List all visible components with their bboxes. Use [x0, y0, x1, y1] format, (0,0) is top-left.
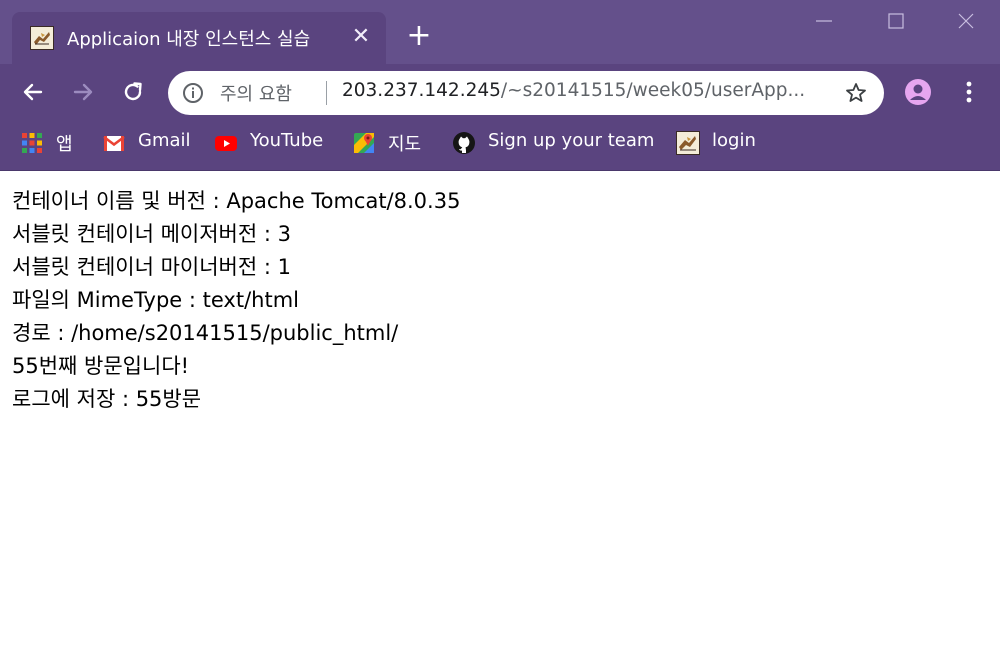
omnibox-divider	[326, 81, 327, 105]
url-host: 203.237.142.245	[342, 80, 501, 101]
log-saved-line: 로그에 저장 : 55방문	[12, 387, 202, 411]
mime-type-line: 파일의 MimeType : text/html	[12, 288, 299, 312]
youtube-icon	[214, 131, 238, 155]
tab-close-icon[interactable]: ✕	[348, 24, 374, 50]
forward-button[interactable]	[68, 77, 98, 107]
back-button[interactable]	[18, 77, 48, 107]
navigation-toolbar: 주의 요함 203.237.142.245/~s20141515/week05/…	[0, 64, 1000, 120]
minimize-button[interactable]	[804, 6, 844, 36]
visit-count-line: 55번째 방문입니다!	[12, 354, 190, 378]
path-line: 경로 : /home/s20141515/public_html/	[12, 321, 399, 345]
address-bar[interactable]: 주의 요함 203.237.142.245/~s20141515/week05/…	[168, 71, 884, 115]
bookmark-star-icon[interactable]	[844, 81, 868, 105]
url-path: /~s20141515/week05/userApp...	[500, 80, 806, 101]
url-text[interactable]: 203.237.142.245/~s20141515/week05/userAp…	[342, 80, 805, 101]
tab-strip: Applicaion 내장 인스턴스 실습 ✕ +	[0, 0, 1000, 64]
servlet-major-version-line: 서블릿 컨테이너 메이저버전 : 3	[12, 222, 291, 246]
bookmark-label: 앱	[56, 134, 73, 155]
maps-icon	[352, 131, 376, 155]
bookmark-label: login	[712, 130, 756, 151]
back-arrow-icon	[23, 83, 43, 101]
bookmarks-bar: 앱 Gmail YouTube 지도 Sign up your team log…	[0, 120, 1000, 171]
apps-grid-icon	[20, 131, 44, 155]
browser-chrome: Applicaion 내장 인스턴스 실습 ✕ + 주의 요함 203.237.…	[0, 0, 1000, 171]
gmail-icon	[102, 131, 126, 155]
reload-icon	[124, 82, 142, 101]
active-tab[interactable]: Applicaion 내장 인스턴스 실습 ✕	[12, 12, 386, 64]
reload-button[interactable]	[118, 77, 148, 107]
profile-avatar-icon[interactable]	[904, 78, 932, 106]
bookmark-label: Gmail	[138, 130, 191, 151]
more-menu-icon[interactable]	[958, 78, 980, 106]
security-status[interactable]: 주의 요함	[220, 80, 292, 106]
new-tab-button[interactable]: +	[404, 21, 434, 52]
close-window-button[interactable]	[946, 6, 986, 36]
bookmark-label: YouTube	[250, 130, 324, 151]
page-content: 컨테이너 이름 및 버전 : Apache Tomcat/8.0.35 서블릿 …	[12, 185, 972, 416]
site-favicon-icon	[30, 26, 54, 50]
site-favicon-icon	[676, 131, 700, 155]
bookmark-label: 지도	[388, 134, 422, 155]
servlet-minor-version-line: 서블릿 컨테이너 마이너버전 : 1	[12, 255, 291, 279]
info-icon[interactable]	[182, 82, 204, 104]
forward-arrow-icon	[73, 83, 93, 101]
github-icon	[452, 131, 476, 155]
container-info-line: 컨테이너 이름 및 버전 : Apache Tomcat/8.0.35	[12, 189, 461, 213]
tab-title: Applicaion 내장 인스턴스 실습	[67, 29, 311, 50]
maximize-button[interactable]	[876, 6, 916, 36]
bookmark-label: Sign up your team	[488, 130, 655, 151]
